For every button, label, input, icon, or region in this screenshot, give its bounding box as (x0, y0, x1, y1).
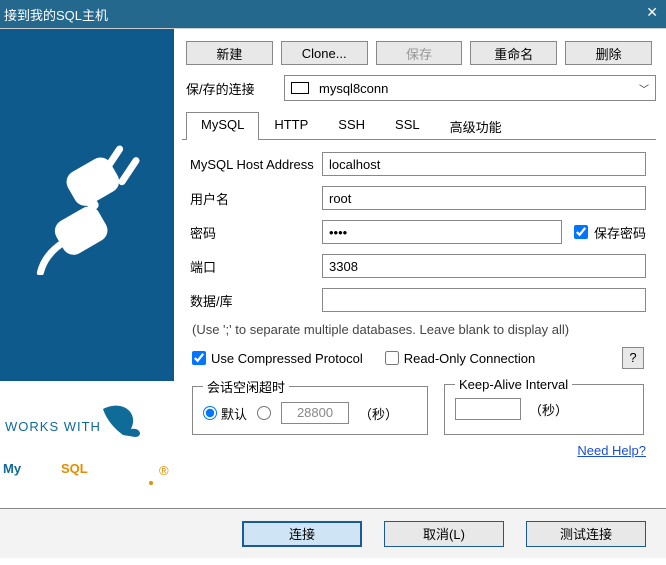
main-area: WORKS WITH My SQL ® 新建 Clone... 保存 重命名 删… (0, 28, 666, 508)
logo-works-with: WORKS WITH (5, 419, 101, 434)
help-button[interactable]: ? (622, 347, 644, 369)
idle-legend: 会话空闲超时 (203, 377, 289, 396)
tab-http[interactable]: HTTP (259, 112, 323, 140)
tab-strip: MySQL HTTP SSH SSL 高级功能 (182, 111, 656, 140)
mysql-form: MySQL Host Address 用户名 密码 保存密码 端口 数据/ (182, 140, 656, 462)
readonly-option[interactable]: Read-Only Connection (385, 351, 536, 366)
sidebar: WORKS WITH My SQL ® (0, 29, 174, 508)
tab-ssh[interactable]: SSH (323, 112, 380, 140)
readonly-checkbox[interactable] (385, 351, 399, 365)
combo-value: mysql8conn (291, 81, 388, 96)
db-input[interactable] (322, 288, 646, 312)
plug-icon (27, 135, 147, 275)
user-label: 用户名 (190, 189, 322, 208)
titlebar: 接到我的SQL主机 ✕ (0, 0, 666, 28)
port-label: 端口 (190, 257, 322, 276)
brand-hero (0, 29, 174, 381)
pass-label: 密码 (190, 223, 322, 242)
tab-mysql[interactable]: MySQL (186, 112, 259, 140)
new-button[interactable]: 新建 (186, 41, 273, 65)
svg-text:®: ® (159, 463, 169, 478)
svg-text:SQL: SQL (61, 461, 88, 476)
clone-button[interactable]: Clone... (281, 41, 368, 65)
tab-advanced[interactable]: 高级功能 (435, 112, 517, 140)
savepass-label: 保存密码 (594, 223, 646, 242)
need-help-link[interactable]: Need Help? (577, 443, 646, 458)
need-help-row: Need Help? (190, 443, 646, 458)
save-button[interactable]: 保存 (376, 41, 463, 65)
mysql-logo: WORKS WITH My SQL ® (0, 381, 174, 508)
port-input[interactable] (322, 254, 646, 278)
chevron-down-icon: ﹀ (639, 81, 649, 96)
keepalive-legend: Keep-Alive Interval (455, 377, 572, 392)
db-note: (Use ';' to separate multiple databases.… (192, 322, 644, 337)
idle-default-radio[interactable]: 默认 (203, 404, 247, 423)
idle-unit: （秒） (359, 404, 398, 423)
saved-connection-combo[interactable]: mysql8conn ﹀ (284, 75, 656, 101)
keepalive-unit: （秒） (529, 400, 568, 419)
compress-checkbox[interactable] (192, 351, 206, 365)
cancel-button[interactable]: 取消(L) (384, 521, 504, 547)
close-icon[interactable]: ✕ (646, 4, 658, 21)
svg-text:My: My (3, 461, 22, 476)
idle-seconds-input[interactable]: 28800 (281, 402, 349, 424)
test-button[interactable]: 测试连接 (526, 521, 646, 547)
compress-option[interactable]: Use Compressed Protocol (192, 351, 363, 366)
tab-ssl[interactable]: SSL (380, 112, 435, 140)
user-input[interactable] (322, 186, 646, 210)
idle-custom-radio[interactable] (257, 406, 271, 420)
toolbar: 新建 Clone... 保存 重命名 删除 (182, 37, 656, 75)
rename-button[interactable]: 重命名 (470, 41, 557, 65)
keepalive-group: Keep-Alive Interval （秒） (444, 377, 644, 435)
delete-button[interactable]: 删除 (565, 41, 652, 65)
saved-label: 保/存的连接 (186, 79, 276, 98)
connect-button[interactable]: 连接 (242, 521, 362, 547)
keepalive-input[interactable] (455, 398, 521, 420)
pass-input[interactable] (322, 220, 562, 244)
host-input[interactable] (322, 152, 646, 176)
host-label: MySQL Host Address (190, 157, 322, 172)
window-title: 接到我的SQL主机 (4, 5, 108, 24)
db-label: 数据/库 (190, 291, 322, 310)
idle-timeout-group: 会话空闲超时 默认 28800 （秒） (192, 377, 428, 435)
content-pane: 新建 Clone... 保存 重命名 删除 保/存的连接 mysql8conn … (174, 29, 666, 508)
footer: 连接 取消(L) 测试连接 (0, 508, 666, 558)
saved-connection-row: 保/存的连接 mysql8conn ﹀ (182, 75, 656, 101)
savepass-checkbox[interactable] (574, 225, 588, 239)
